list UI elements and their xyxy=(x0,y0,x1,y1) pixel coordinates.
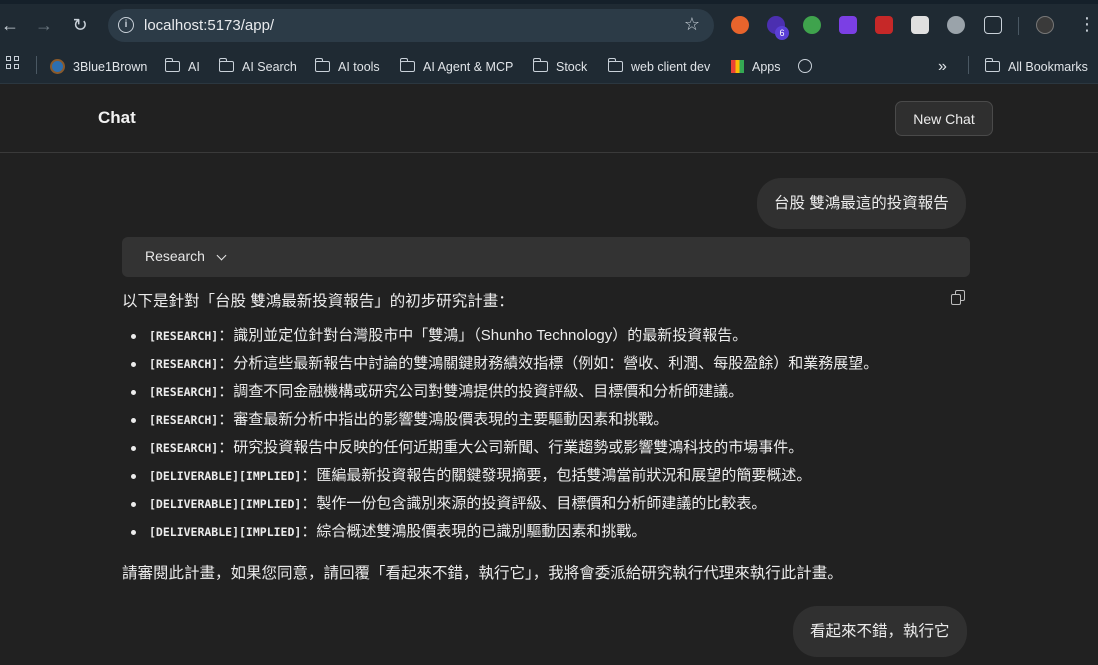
bookmark-star-icon[interactable]: ☆ xyxy=(684,14,700,35)
back-arrow-icon[interactable]: ← xyxy=(0,14,20,36)
list-item: [RESEARCH]：審查最新分析中指出的影響雙鴻股價表現的主要驅動因素和挑戰。 xyxy=(122,406,982,434)
tab-strip xyxy=(0,0,1098,4)
forward-arrow-icon[interactable]: → xyxy=(34,14,54,36)
bookmark-folder-ai-search[interactable]: AI Search xyxy=(218,56,297,78)
site-info-icon[interactable]: i xyxy=(118,17,134,33)
extension-white-icon[interactable] xyxy=(911,16,929,34)
chat-header: Chat New Chat xyxy=(0,84,1098,153)
menu-kebab-icon[interactable]: ⋮ xyxy=(1078,14,1096,35)
research-plan-list: [RESEARCH]：識別並定位針對台灣股市中「雙鴻」（Shunho Techn… xyxy=(122,322,982,546)
bookmark-folder-stock[interactable]: Stock xyxy=(532,56,587,78)
profile-avatar[interactable] xyxy=(1036,16,1054,34)
extension-gray-icon[interactable] xyxy=(947,16,965,34)
extension-red-icon[interactable] xyxy=(875,16,893,34)
bookmarks-bar: 3Blue1Brown AI AI Search AI tools AI Age… xyxy=(0,50,1098,84)
bookmark-folder-ai[interactable]: AI xyxy=(164,56,200,78)
user-message-bubble: 台股 雙鴻最這的投資報告 xyxy=(757,178,966,229)
bookmark-globe-icon[interactable] xyxy=(798,56,812,78)
extension-orange-icon[interactable] xyxy=(731,16,749,34)
reload-icon[interactable]: ↻ xyxy=(70,14,90,36)
page-title: Chat xyxy=(98,108,136,127)
apps-grid-icon[interactable] xyxy=(6,56,20,70)
assistant-outro-text: 請審閱此計畫，如果您同意，請回覆「看起來不錯，執行它」，我將會委派給研究執行代理… xyxy=(122,565,843,582)
extension-violet-icon[interactable] xyxy=(839,16,857,34)
bookmarks-divider-right xyxy=(968,56,969,74)
extension-green-robot-icon[interactable] xyxy=(803,16,821,34)
list-item: [RESEARCH]：調查不同金融機構或研究公司對雙鴻提供的投資評級、目標價和分… xyxy=(122,378,982,406)
research-label: Research xyxy=(145,248,205,264)
extension-badge: 6 xyxy=(775,26,789,40)
toolbar-divider xyxy=(1018,17,1019,35)
browser-toolbar: ← → ↻ i localhost:5173/app/ ☆ 6 ⋮ xyxy=(0,0,1098,50)
chevron-down-icon xyxy=(216,250,227,261)
bookmark-folder-all-bookmarks[interactable]: All Bookmarks xyxy=(984,56,1088,78)
research-collapsible[interactable]: Research xyxy=(122,237,970,277)
new-chat-button[interactable]: New Chat xyxy=(895,101,993,136)
bookmark-apps[interactable]: Apps xyxy=(731,56,781,78)
assistant-intro-text: 以下是針對「台股 雙鴻最新投資報告」的初步研究計畫： xyxy=(122,293,514,310)
list-item: [RESEARCH]：識別並定位針對台灣股市中「雙鴻」（Shunho Techn… xyxy=(122,322,982,350)
address-bar[interactable]: i localhost:5173/app/ ☆ xyxy=(108,9,714,42)
bookmark-3blue1brown[interactable]: 3Blue1Brown xyxy=(50,56,147,78)
url-text[interactable]: localhost:5173/app/ xyxy=(144,17,274,34)
bookmark-folder-ai-tools[interactable]: AI tools xyxy=(314,56,380,78)
bookmarks-divider xyxy=(36,56,37,74)
list-item: [DELIVERABLE][IMPLIED]：匯編最新投資報告的關鍵發現摘要，包… xyxy=(122,462,982,490)
list-item: [DELIVERABLE][IMPLIED]：綜合概述雙鴻股價表現的已識別驅動因… xyxy=(122,518,982,546)
copy-icon[interactable] xyxy=(950,289,966,305)
bookmarks-overflow-icon[interactable]: » xyxy=(938,56,947,78)
user-message-bubble-2: 看起來不錯，執行它 xyxy=(793,606,967,657)
list-item: [DELIVERABLE][IMPLIED]：製作一份包含識別來源的投資評級、目… xyxy=(122,490,982,518)
list-item: [RESEARCH]：研究投資報告中反映的任何近期重大公司新聞、行業趨勢或影響雙… xyxy=(122,434,982,462)
bookmark-folder-web-client-dev[interactable]: web client dev xyxy=(607,56,710,78)
bookmark-folder-ai-agent-mcp[interactable]: AI Agent & MCP xyxy=(399,56,513,78)
extensions-puzzle-icon[interactable] xyxy=(984,16,1002,34)
list-item: [RESEARCH]：分析這些最新報告中討論的雙鴻關鍵財務績效指標（例如：營收、… xyxy=(122,350,982,378)
